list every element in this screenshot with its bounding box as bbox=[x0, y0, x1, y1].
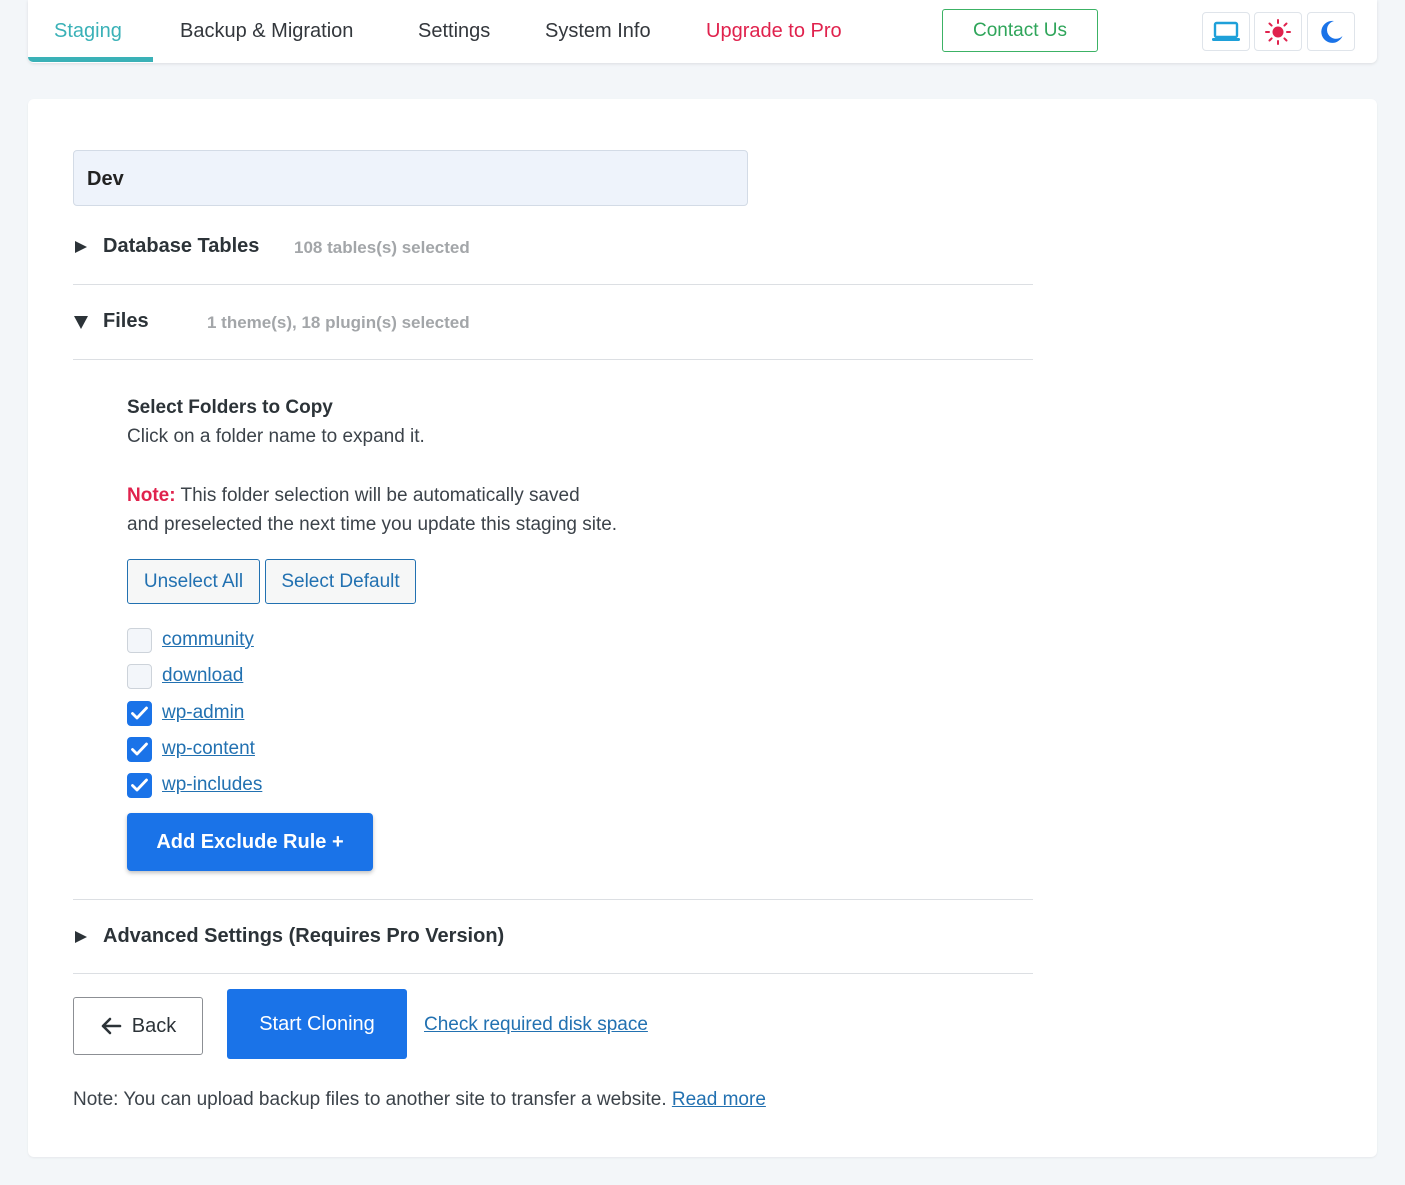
staging-site-name: Dev bbox=[73, 150, 748, 206]
add-exclude-rule-button[interactable]: Add Exclude Rule + bbox=[127, 813, 373, 871]
section-meta: 108 tables(s) selected bbox=[294, 238, 470, 257]
divider bbox=[73, 284, 1033, 285]
section-title: Database Tables bbox=[103, 235, 260, 257]
caret-right-icon bbox=[75, 241, 87, 253]
tab-upgrade-to-pro[interactable]: Upgrade to Pro bbox=[706, 0, 842, 63]
back-label: Back bbox=[131, 1014, 177, 1037]
folder-link[interactable]: wp-includes bbox=[162, 774, 262, 796]
section-title: Files bbox=[103, 310, 149, 332]
arrow-left-icon bbox=[101, 1017, 122, 1035]
folder-item-wp-includes: wp-includes bbox=[127, 771, 262, 799]
folder-link[interactable]: wp-content bbox=[162, 738, 255, 760]
select-default-button[interactable]: Select Default bbox=[265, 559, 416, 604]
sun-icon bbox=[1265, 18, 1291, 45]
checkmark-icon bbox=[131, 778, 148, 792]
folder-item-download: download bbox=[127, 662, 243, 690]
folders-hint: Click on a folder name to expand it. bbox=[127, 426, 425, 447]
staging-clone-card: Dev Database Tables 108 tables(s) select… bbox=[28, 99, 1377, 1157]
folder-checkbox[interactable] bbox=[127, 663, 152, 689]
folder-checkbox[interactable] bbox=[127, 772, 152, 798]
folder-checkbox[interactable] bbox=[127, 736, 152, 762]
section-database-tables[interactable]: Database Tables 108 tables(s) selected bbox=[73, 228, 1033, 268]
section-meta: 1 theme(s), 18 plugin(s) selected bbox=[207, 313, 470, 332]
system-mode-button[interactable] bbox=[1202, 12, 1250, 51]
folder-link[interactable]: download bbox=[162, 665, 243, 687]
tab-backup-migration[interactable]: Backup & Migration bbox=[180, 0, 353, 63]
active-tab-indicator bbox=[28, 57, 153, 62]
folder-item-wp-admin: wp-admin bbox=[127, 699, 244, 727]
folder-link[interactable]: community bbox=[162, 629, 254, 651]
folder-item-community: community bbox=[127, 626, 254, 654]
note-text: This folder selection will be automatica… bbox=[180, 485, 580, 506]
dark-mode-button[interactable] bbox=[1307, 12, 1355, 51]
tab-system-info[interactable]: System Info bbox=[545, 0, 651, 63]
top-navigation: Staging Backup & Migration Settings Syst… bbox=[28, 0, 1377, 63]
folder-item-wp-content: wp-content bbox=[127, 735, 255, 763]
unselect-all-button[interactable]: Unselect All bbox=[127, 559, 260, 604]
section-advanced-settings[interactable]: Advanced Settings (Requires Pro Version) bbox=[73, 918, 1033, 958]
folders-note-continued: and preselected the next time you update… bbox=[127, 514, 618, 535]
moon-icon bbox=[1321, 20, 1343, 43]
folder-checkbox[interactable] bbox=[127, 627, 152, 653]
folder-checkbox[interactable] bbox=[127, 700, 152, 726]
divider bbox=[73, 973, 1033, 974]
tab-settings[interactable]: Settings bbox=[418, 0, 490, 63]
checkmark-icon bbox=[131, 742, 148, 756]
section-title: Advanced Settings (Requires Pro Version) bbox=[103, 925, 505, 947]
note-label: Note: bbox=[127, 485, 176, 506]
contact-us-button[interactable]: Contact Us bbox=[942, 9, 1098, 52]
laptop-icon bbox=[1212, 21, 1240, 41]
caret-down-icon bbox=[74, 316, 88, 329]
back-button[interactable]: Back bbox=[73, 997, 203, 1055]
footer-note-text: Note: You can upload backup files to ano… bbox=[73, 1089, 667, 1110]
folders-note: Note: This folder selection will be auto… bbox=[127, 485, 580, 507]
read-more-link[interactable]: Read more bbox=[672, 1089, 766, 1110]
check-disk-space-link[interactable]: Check required disk space bbox=[424, 1014, 648, 1036]
checkmark-icon bbox=[131, 706, 148, 720]
tab-staging[interactable]: Staging bbox=[54, 0, 122, 63]
folders-heading: Select Folders to Copy bbox=[127, 397, 333, 418]
divider bbox=[73, 899, 1033, 900]
divider bbox=[73, 359, 1033, 360]
folder-link[interactable]: wp-admin bbox=[162, 702, 244, 724]
start-cloning-button[interactable]: Start Cloning bbox=[227, 989, 407, 1059]
light-mode-button[interactable] bbox=[1254, 12, 1302, 51]
section-files[interactable]: Files 1 theme(s), 18 plugin(s) selected bbox=[73, 303, 1033, 343]
caret-right-icon bbox=[75, 931, 87, 943]
footer-note: Note: You can upload backup files to ano… bbox=[73, 1089, 766, 1111]
